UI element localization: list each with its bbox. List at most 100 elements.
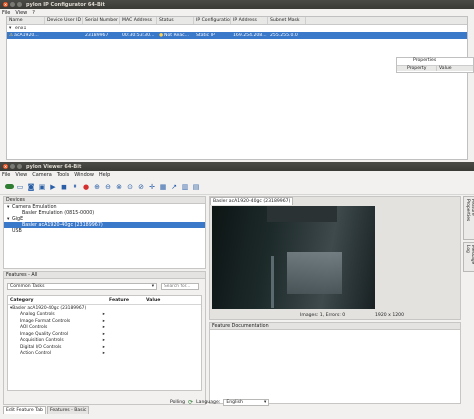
feature-category-label: Analog Controls	[20, 312, 55, 318]
tree-item-label: Camera Emulation	[12, 204, 57, 210]
col-subnet[interactable]: Subnet Mask	[268, 17, 306, 24]
features-root-label: Basler acA1920-40gc (23189967)	[12, 305, 87, 311]
right-tabbar: Feature Properties Message Log	[463, 196, 474, 272]
menu-view[interactable]: View	[15, 10, 27, 16]
menu-help[interactable]: Help	[99, 172, 110, 178]
maximize-icon[interactable]	[17, 2, 22, 7]
zoom-out-icon[interactable]: ⊖	[103, 182, 113, 192]
tab-image-camera[interactable]: Basler acA1920-40gc (23189967)	[210, 197, 294, 205]
table-row-group[interactable]: ▾ enx1	[7, 25, 467, 32]
polling-label: Polling	[170, 400, 186, 405]
menu-help[interactable]: ?	[32, 10, 35, 16]
col-serial[interactable]: Serial Number	[83, 17, 120, 24]
images-count: Images: 1, Errors: 0	[300, 312, 346, 318]
tab-edit-feature[interactable]: Edit Feature Tab	[3, 406, 46, 414]
single-shot-icon[interactable]: ▣	[37, 182, 47, 192]
maximize-icon[interactable]	[17, 164, 22, 169]
open-device-icon[interactable]: ▭	[15, 182, 25, 192]
toggle-switch-icon[interactable]	[4, 182, 14, 192]
image-icon[interactable]: ▤	[191, 182, 201, 192]
language-select[interactable]: English ▾	[223, 399, 270, 406]
features-table: Category Feature Value ▾ Basler acA1920-…	[7, 295, 202, 391]
crosshair-icon[interactable]: ✛	[147, 182, 157, 192]
zoom-100-icon[interactable]: ⊙	[125, 182, 135, 192]
col-user-id[interactable]: Device User ID	[45, 17, 83, 24]
close-icon[interactable]: ×	[3, 2, 8, 7]
tab-feature-properties[interactable]: Feature Properties	[463, 196, 474, 240]
pylon-viewer-window: × pylon Viewer 64-Bit File View Camera T…	[0, 162, 474, 419]
cell-status: Not Reac...	[164, 33, 190, 38]
feature-category-label: Image Quality Control	[20, 331, 69, 337]
col-feature[interactable]: Feature	[109, 298, 146, 303]
col-category[interactable]: Category	[8, 298, 109, 303]
col-value[interactable]: Value	[146, 298, 160, 303]
viewer-title: pylon Viewer 64-Bit	[26, 163, 82, 170]
chevron-right-icon[interactable]: ▸	[103, 312, 105, 317]
zoom-in-icon[interactable]: ⊕	[92, 182, 102, 192]
ip-configurator-window: × pylon IP Configurator 64-Bit File View…	[0, 0, 474, 162]
chevron-right-icon[interactable]: ▸	[103, 345, 105, 350]
features-search-input[interactable]	[161, 283, 199, 290]
col-ip-config[interactable]: IP Configuration	[194, 17, 231, 24]
group-label: enx1	[15, 26, 27, 31]
tab-features-basic[interactable]: Features - Basic	[46, 406, 90, 414]
close-icon[interactable]: ×	[3, 164, 8, 169]
devices-header: Devices	[4, 197, 205, 204]
feature-category-label: Image Format Controls	[20, 318, 71, 324]
menu-file[interactable]: File	[2, 172, 10, 178]
stats-icon[interactable]: ▥	[180, 182, 190, 192]
chevron-right-icon[interactable]: ▸	[103, 325, 105, 330]
resolution: 1920 x 1200	[375, 312, 405, 318]
menu-file[interactable]: File	[2, 10, 10, 16]
refresh-icon[interactable]: ⟳	[188, 399, 193, 406]
col-mac[interactable]: MAC Address	[120, 17, 157, 24]
col-ip[interactable]: IP Address	[231, 17, 268, 24]
camera-icon[interactable]: ◙	[26, 182, 36, 192]
viewer-titlebar[interactable]: × pylon Viewer 64-Bit	[0, 162, 474, 171]
chevron-right-icon[interactable]: ▸	[103, 319, 105, 324]
table-row[interactable]: ⚠ acA1920... 23189967 00:30:53:30... ● N…	[7, 32, 467, 39]
stop-icon[interactable]: ◼	[59, 182, 69, 192]
feature-doc-panel: Feature Documentation	[209, 322, 461, 404]
cell-ip-config: Static IP	[196, 33, 215, 38]
grid-icon[interactable]: ▦	[158, 182, 168, 192]
chevron-right-icon[interactable]: ▸	[103, 332, 105, 337]
menu-tools[interactable]: Tools	[57, 172, 69, 178]
warning-icon: ⚠	[9, 33, 14, 38]
value-col[interactable]: Value	[437, 66, 452, 71]
feature-category-row[interactable]: Action Control ▸	[8, 351, 105, 358]
pause-icon[interactable]: ⏸	[70, 182, 80, 192]
image-status-bar: Images: 1, Errors: 0 1920 x 1200	[210, 311, 460, 319]
histogram-icon[interactable]: ↗	[169, 182, 179, 192]
ipconfig-titlebar[interactable]: × pylon IP Configurator 64-Bit	[0, 0, 474, 9]
features-filter-select[interactable]: Common Tasks ▾	[7, 283, 157, 290]
record-icon[interactable]: ●	[81, 182, 91, 192]
menu-camera[interactable]: Camera	[32, 172, 52, 178]
language-value: English	[226, 400, 243, 405]
col-status[interactable]: Status	[157, 17, 194, 24]
property-col[interactable]: Property	[397, 66, 437, 71]
feature-category-label: Digital I/O Controls	[20, 344, 62, 350]
continuous-shot-icon[interactable]: ▶	[48, 182, 58, 192]
feature-category-label: AOI Controls	[20, 325, 48, 331]
properties-title: Properties	[413, 58, 437, 63]
lock-icon: ●	[159, 33, 164, 38]
tab-message-log[interactable]: Message Log	[463, 242, 474, 272]
cell-ip: 169.254.208...	[233, 33, 267, 38]
chevron-right-icon[interactable]: ▸	[103, 351, 105, 356]
tree-item[interactable]: USB	[4, 228, 205, 234]
zoom-fit-icon[interactable]: ⊗	[114, 182, 124, 192]
menu-window[interactable]: Window	[74, 172, 94, 178]
table-header: Name Device User ID Serial Number MAC Ad…	[7, 17, 467, 25]
minimize-icon[interactable]	[10, 2, 15, 7]
col-name[interactable]: Name	[7, 17, 45, 24]
feature-category-label: Acquisition Controls	[20, 338, 64, 344]
viewer-toolbar: ▭ ◙ ▣ ▶ ◼ ⏸ ● ⊕ ⊖ ⊗ ⊙ ⊘ ✛ ▦ ↗ ▥ ▤	[0, 179, 474, 195]
menu-view[interactable]: View	[15, 172, 27, 178]
feature-category-label: Action Control	[20, 351, 52, 357]
language-label: Language:	[196, 400, 221, 405]
chevron-right-icon[interactable]: ▸	[103, 338, 105, 343]
zoom-reset-icon[interactable]: ⊘	[136, 182, 146, 192]
cell-name: acA1920...	[14, 33, 39, 38]
minimize-icon[interactable]	[10, 164, 15, 169]
